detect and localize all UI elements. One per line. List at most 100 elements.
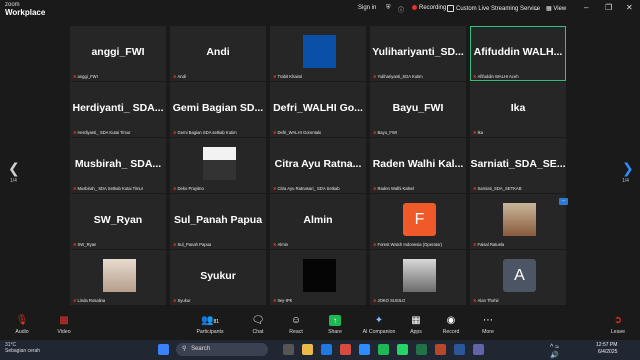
participant-label-text: SW_Ryan <box>77 242 97 247</box>
security-shield-icon[interactable]: ⛨ <box>386 5 391 12</box>
next-page-icon[interactable]: ❯ <box>622 160 634 177</box>
sign-in-link[interactable]: Sign in <box>358 5 376 11</box>
react-icon: ☺ <box>290 315 302 326</box>
participant-tile[interactable]: Defri_WALHI Go... ✖Defri_WALHI Gorontalo <box>270 82 366 137</box>
leave-icon: ➲ <box>613 315 623 326</box>
avatar-letter: F <box>414 210 425 228</box>
recording-indicator[interactable]: Recording <box>412 5 446 11</box>
participant-label-text: Afifuddin WALHI Aceh <box>477 74 519 79</box>
chat-label: Chat <box>252 329 264 335</box>
participant-label: ✖SW_Ryan <box>73 242 96 247</box>
participant-tile[interactable]: ✖Itey-IPK <box>270 250 366 305</box>
audio-label: Audio <box>15 329 29 335</box>
participant-tile[interactable]: Herdiyanti_ SDA... ✖Herdiyanti_ SDA Kutai… <box>70 82 166 137</box>
tile-more-options-icon[interactable]: ... <box>559 198 568 205</box>
participant-avatar <box>503 203 536 236</box>
participant-tile[interactable]: ✖Trabit Khairul <box>270 26 366 81</box>
task-view-icon[interactable] <box>283 344 294 355</box>
participant-grid: anggi_FWI ✖anggi_FWI Andi ✖Andi ✖Trabit Khai… <box>70 26 570 306</box>
participant-tile[interactable]: ✖Deko Prayitno <box>170 138 266 193</box>
apps-icon: ▦ <box>411 315 421 326</box>
participant-tile[interactable]: anggi_FWI ✖anggi_FWI <box>70 26 166 81</box>
share-label: Share <box>328 329 342 335</box>
record-button[interactable]: ◉ Record <box>431 314 471 335</box>
participant-tile[interactable]: Almin ✖Almin <box>270 194 366 249</box>
share-button[interactable]: ↑ Share <box>315 314 355 335</box>
leave-button[interactable]: ➲ Leave <box>598 314 638 335</box>
mic-muted-icon: ✖ <box>473 74 477 79</box>
mic-muted-icon: ✖ <box>373 298 377 303</box>
more-button[interactable]: ⋯ More <box>468 314 508 335</box>
participants-label: Participants <box>196 329 224 335</box>
participant-tile[interactable]: Afifuddin WALH... ✖Afifuddin WALHI Aceh <box>470 26 566 81</box>
audio-button[interactable]: 🎙 Audio <box>2 314 42 335</box>
participant-tile[interactable]: A ✖Alan Thohir <box>470 250 566 305</box>
record-dot-icon <box>412 5 417 10</box>
participant-label-text: Herdiyanti_ SDA Kutai Timur <box>77 130 131 135</box>
participant-tile[interactable]: Raden Walhi Kal... ✖Raden Walhi Kalsel <box>370 138 466 193</box>
powerpoint-icon[interactable] <box>435 344 446 355</box>
search-label: Search <box>191 346 211 352</box>
close-icon[interactable]: ✕ <box>626 3 633 12</box>
live-stream-indicator[interactable]: Custom Live Streaming Service <box>447 5 540 12</box>
participant-tile[interactable]: ✖JOKO SUSILO <box>370 250 466 305</box>
live-stream-dropdown-icon[interactable]: ⌄ <box>534 5 539 12</box>
clock[interactable]: 12:57 PM 6/4/2025 <box>596 342 617 356</box>
weather-widget[interactable]: 31°C Sebagian cerah <box>5 342 40 354</box>
edge-icon[interactable] <box>321 344 332 355</box>
record-label: Record <box>442 329 460 335</box>
participant-tile[interactable]: Andi ✖Andi <box>170 26 266 81</box>
spotify-icon[interactable] <box>378 344 389 355</box>
participant-tile[interactable]: Syukur ✖Syukur <box>170 250 266 305</box>
mic-muted-icon: ✖ <box>273 186 277 191</box>
system-tray-icons[interactable]: ^ ≈ 🔊 <box>550 344 561 359</box>
chat-button[interactable]: 🗨 Chat <box>238 314 278 335</box>
participant-tile[interactable]: Bayu_FWI ✖Bayu_FWI <box>370 82 466 137</box>
windows-taskbar: 31°C Sebagian cerah ⚲ Search ^ ≈ 🔊 12:57… <box>0 340 640 360</box>
prev-page-icon[interactable]: ❮ <box>8 160 20 177</box>
participant-tile[interactable]: ✖Faisal Ratuela <box>470 194 566 249</box>
video-button[interactable]: ▩ Video <box>44 314 84 335</box>
participant-tile[interactable]: Musbirah_ SDA... ✖Musbirah_ SDA Setkab Ku… <box>70 138 166 193</box>
apps-label: Apps <box>410 329 422 335</box>
minimize-icon[interactable]: – <box>584 3 588 12</box>
participant-label: ✖Alan Thohir <box>473 298 499 303</box>
participant-label-text: Linda Rosalina <box>77 298 106 303</box>
participant-label: ✖anggi_FWI <box>73 74 98 79</box>
participant-label-text: Sarniati_SDA_SETKAB <box>477 186 522 191</box>
info-icon[interactable]: ⓘ <box>398 5 404 14</box>
grid-icon: ▦ <box>546 6 552 12</box>
mic-muted-icon: ✖ <box>73 186 77 191</box>
participant-name: Musbirah_ SDA... <box>74 158 162 170</box>
maximize-icon[interactable]: ❐ <box>605 3 612 12</box>
word-icon[interactable] <box>454 344 465 355</box>
apps-button[interactable]: ▦ Apps <box>396 314 436 335</box>
participant-name: Andi <box>206 46 230 58</box>
taskbar-search[interactable]: ⚲ Search <box>176 343 268 356</box>
participant-tile[interactable]: Yulihariyanti_SD... ✖Yulihariyanti_SDA Ku… <box>370 26 466 81</box>
participant-tile[interactable]: Citra Ayu Ratna... ✖Citra Ayu Ratnasari_ … <box>270 138 366 193</box>
teams-icon[interactable] <box>473 344 484 355</box>
participant-tile[interactable]: SW_Ryan ✖SW_Ryan <box>70 194 166 249</box>
chrome-icon[interactable] <box>340 344 351 355</box>
participant-tile[interactable]: ✖Linda Rosalina <box>70 250 166 305</box>
participant-label-text: Gemi Bagian SDA setkab Kutim <box>177 130 237 135</box>
mic-muted-icon: ✖ <box>73 242 77 247</box>
participant-tile[interactable]: Sul_Panah Papua ✖Sul_Panah Papua <box>170 194 266 249</box>
excel-icon[interactable] <box>416 344 427 355</box>
participant-label: ✖Citra Ayu Ratnasari_ SDA Setkab <box>273 186 340 191</box>
whatsapp-icon[interactable] <box>397 344 408 355</box>
participant-tile[interactable]: Ika ✖Ika <box>470 82 566 137</box>
react-button[interactable]: ☺ React <box>276 314 316 335</box>
participant-label-text: Trabit Khairul <box>277 74 303 79</box>
file-explorer-icon[interactable] <box>302 344 313 355</box>
participant-tile[interactable]: Gemi Bagian SD... ✖Gemi Bagian SDA setkab… <box>170 82 266 137</box>
participants-button[interactable]: 👥81 Participants <box>190 314 230 335</box>
participant-label: ✖Defri_WALHI Gorontalo <box>273 130 321 135</box>
mic-muted-icon: ✖ <box>73 298 77 303</box>
view-button[interactable]: ▦ View <box>546 5 566 12</box>
start-icon[interactable] <box>158 344 169 355</box>
participant-tile[interactable]: Sarniati_SDA_SE... ✖Sarniati_SDA_SETKAB <box>470 138 566 193</box>
zoom-app-icon[interactable] <box>359 344 370 355</box>
participant-tile[interactable]: F ✖Forest Watch Indonesia (Operator) <box>370 194 466 249</box>
